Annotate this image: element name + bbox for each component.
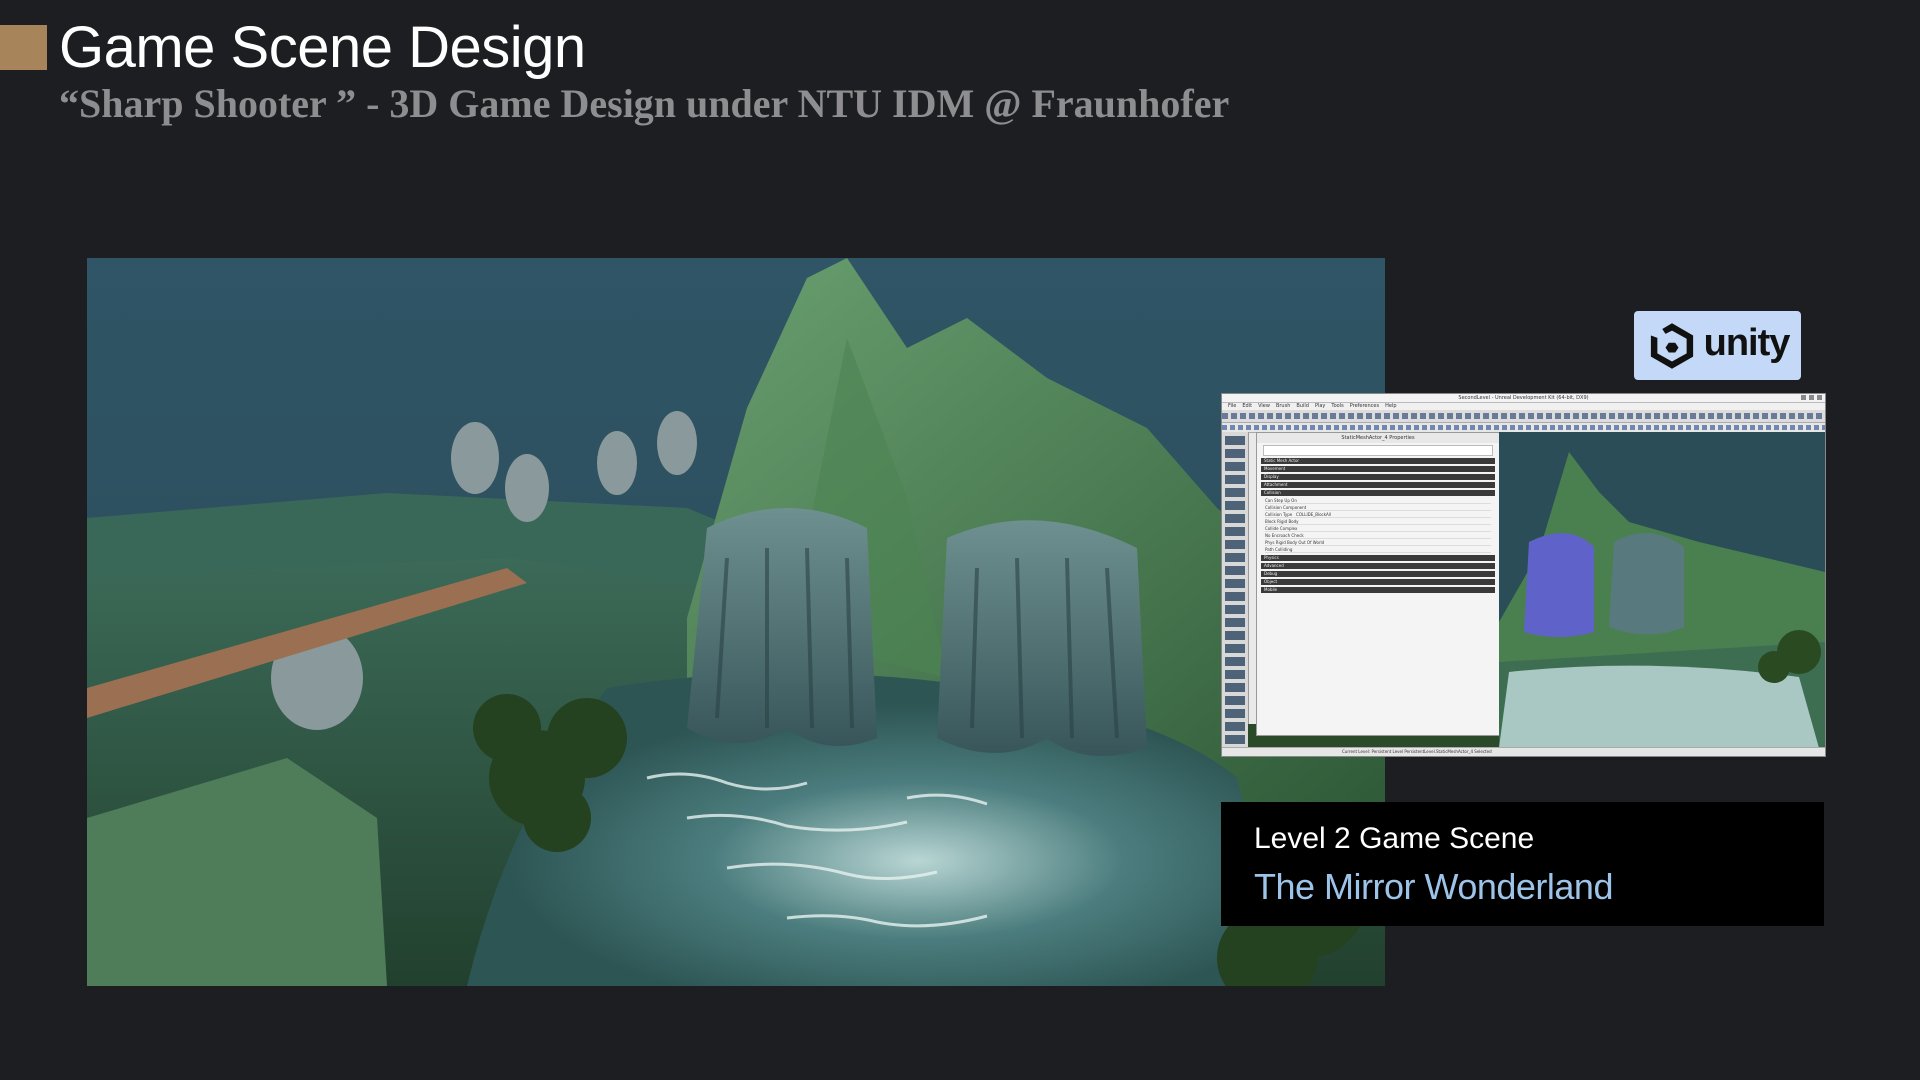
editor-statusbar: Current Level: Persistent Level Persiste…: [1222, 747, 1825, 756]
collision-row: Block Rigid Body: [1265, 519, 1491, 525]
editor-menubar: File Edit View Brush Build Play Tools Pr…: [1222, 403, 1825, 410]
caption-scene-name: The Mirror Wonderland: [1254, 866, 1613, 907]
editor-menu-view: View: [1258, 403, 1270, 409]
section-movement: Movement: [1261, 466, 1495, 472]
editor-screenshot: SecondLevel - Unreal Development Kit (64…: [1221, 393, 1826, 757]
editor-menu-file: File: [1228, 403, 1237, 409]
editor-menu-tools: Tools: [1331, 403, 1344, 409]
collision-row: Phys Rigid Body Out Of World: [1265, 540, 1491, 546]
section-display: Display: [1261, 474, 1495, 480]
unity-logo-icon: [1650, 322, 1693, 369]
game-scene-illustration: [87, 258, 1385, 986]
editor-menu-brush: Brush: [1275, 403, 1291, 409]
properties-panel: StaticMeshActor_4 Properties Static Mesh…: [1256, 432, 1500, 736]
collision-row: Collision Type COLLIDE_BlockAll: [1265, 512, 1491, 518]
section-physics: Physics: [1261, 555, 1495, 561]
editor-window-title: SecondLevel - Unreal Development Kit (64…: [1458, 395, 1589, 401]
editor-tool-palette: [1222, 432, 1249, 756]
section-advanced: Advanced: [1261, 563, 1495, 569]
editor-menu-play: Play: [1314, 403, 1326, 409]
section-mobile: Mobile: [1261, 587, 1495, 593]
slide-title: Game Scene Design: [59, 15, 586, 80]
editor-toolbar: [1222, 410, 1825, 423]
editor-menu-help: Help: [1385, 403, 1397, 409]
collision-row: Can Step Up On: [1265, 498, 1491, 504]
editor-titlebar: SecondLevel - Unreal Development Kit (64…: [1222, 394, 1825, 403]
properties-search-field: [1263, 445, 1493, 456]
editor-menu-preferences: Preferences: [1349, 403, 1380, 409]
editor-viewport: [1499, 432, 1825, 748]
game-scene-screenshot: [87, 258, 1385, 986]
unity-badge: unity: [1634, 311, 1801, 380]
editor-menu-build: Build: [1296, 403, 1309, 409]
collision-row: Path Colliding: [1265, 547, 1491, 553]
editor-window-controls: [1801, 395, 1822, 400]
collision-row: Collide Complex: [1265, 526, 1491, 532]
collision-row: Collision Component: [1265, 505, 1491, 511]
collision-row: No Encroach Check: [1265, 533, 1491, 539]
section-object: Object: [1261, 579, 1495, 585]
properties-panel-title: StaticMeshActor_4 Properties: [1257, 433, 1499, 443]
collision-type-value: COLLIDE_BlockAll: [1296, 512, 1332, 517]
section-collision: Collision: [1261, 490, 1495, 496]
caption-level-label: Level 2 Game Scene: [1254, 822, 1535, 855]
slide-subtitle: “Sharp Shooter ” - 3D Game Design under …: [59, 81, 1230, 126]
title-accent-square: [0, 25, 47, 70]
section-debug: Debug: [1261, 571, 1495, 577]
unity-badge-text: unity: [1703, 322, 1791, 364]
editor-menu-edit: Edit: [1242, 403, 1253, 409]
scene-caption: Level 2 Game Scene The Mirror Wonderland: [1221, 802, 1824, 926]
section-attachment: Attachment: [1261, 482, 1495, 488]
editor-viewport-illustration: [1499, 432, 1825, 748]
section-static-mesh-actor: Static Mesh Actor: [1261, 458, 1495, 464]
